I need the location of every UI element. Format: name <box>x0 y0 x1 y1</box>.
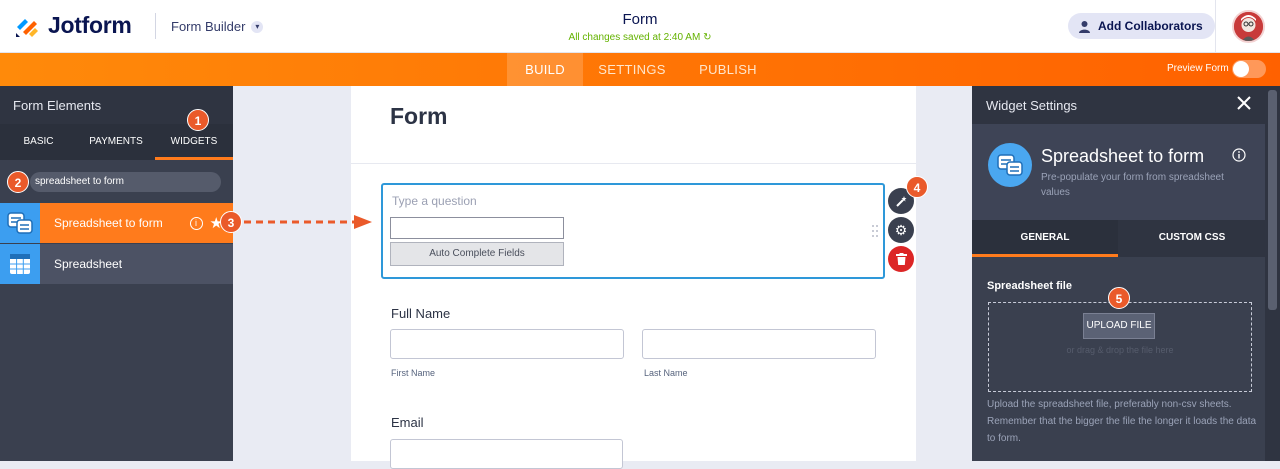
tab-payments[interactable]: PAYMENTS <box>77 124 155 160</box>
widget-settings-title: Widget Settings <box>986 98 1078 113</box>
preview-form-label: Preview Form <box>1167 63 1229 74</box>
gear-icon: ⚙ <box>894 222 908 238</box>
step-badge-3: 3 <box>220 211 242 233</box>
saved-status-text: All changes saved at 2:40 AM <box>568 32 701 43</box>
header-divider-right <box>1215 0 1216 53</box>
tab-settings[interactable]: SETTINGS <box>593 53 671 86</box>
top-header: Jotform Form Builder ▾ Form All changes … <box>0 0 1280 53</box>
scrollbar-thumb[interactable] <box>1268 90 1277 310</box>
chevron-down-icon: ▾ <box>251 20 264 33</box>
tab-build[interactable]: BUILD <box>507 53 583 86</box>
form-canvas: Form Type a question Auto Complete Field… <box>351 86 916 469</box>
header-divider <box>155 13 156 39</box>
user-icon <box>1079 20 1090 33</box>
first-name-sublabel: First Name <box>391 368 436 378</box>
email-label: Email <box>391 415 424 430</box>
jotform-logo[interactable]: Jotform <box>14 12 132 39</box>
trash-icon <box>895 253 907 265</box>
widget-item-label: Spreadsheet to form <box>54 216 163 230</box>
file-dropzone[interactable]: UPLOAD FILE or drag & drop the file here <box>988 302 1252 392</box>
widget-item-spreadsheet-to-form[interactable]: Spreadsheet to form i ★ <box>0 203 233 243</box>
spreadsheet-widget-field[interactable]: Type a question Auto Complete Fields <box>381 183 885 279</box>
widget-item-spreadsheet[interactable]: Spreadsheet <box>0 244 233 284</box>
step-badge-5: 5 <box>1108 287 1130 309</box>
email-input[interactable] <box>390 439 623 469</box>
spreadsheet-to-form-icon <box>988 143 1032 187</box>
widget-summary: Spreadsheet to form Pre-populate your fo… <box>972 124 1265 220</box>
widget-settings-header: Widget Settings <box>972 86 1265 124</box>
panel-scrollbar[interactable] <box>1265 86 1280 461</box>
last-name-sublabel: Last Name <box>644 368 688 378</box>
info-icon[interactable]: i <box>189 216 203 230</box>
widget-text-input[interactable] <box>390 217 564 239</box>
widget-item-label: Spreadsheet <box>54 257 123 271</box>
jotform-logo-icon <box>16 18 38 37</box>
tab-custom-css[interactable]: CUSTOM CSS <box>1119 220 1265 257</box>
widget-settings-panel: Widget Settings Spreadsheet to form Pre-… <box>972 86 1265 461</box>
avatar-illustration <box>1234 12 1263 41</box>
drop-hint: or drag & drop the file here <box>1066 345 1174 355</box>
add-collaborators-button[interactable]: Add Collaborators <box>1068 13 1215 39</box>
annotation-arrow-icon <box>244 215 372 229</box>
step-badge-4: 4 <box>906 176 928 198</box>
form-builder-label: Form Builder <box>171 19 246 34</box>
widget-name: Spreadsheet to form <box>1041 146 1205 166</box>
info-icon[interactable] <box>1232 148 1246 162</box>
spreadsheet-to-form-icon <box>0 203 40 243</box>
upload-help-text: Upload the spreadsheet file, preferably … <box>987 399 1257 444</box>
form-heading[interactable]: Form <box>390 103 448 130</box>
step-badge-2: 2 <box>7 171 29 193</box>
field-properties-button[interactable]: ⚙ <box>888 217 914 243</box>
form-title[interactable]: Form <box>520 11 760 28</box>
builder-nav: BUILD SETTINGS PUBLISH Preview Form <box>0 53 1280 86</box>
first-name-input[interactable] <box>390 329 624 359</box>
widget-description: Pre-populate your form from spreadsheet … <box>1041 172 1224 198</box>
heading-divider <box>351 163 916 164</box>
auto-complete-button[interactable]: Auto Complete Fields <box>390 242 564 266</box>
upload-file-button[interactable]: UPLOAD FILE <box>1083 313 1155 339</box>
widget-search-input[interactable]: spreadsheet to form <box>30 172 221 192</box>
spreadsheet-grid-icon <box>0 244 40 284</box>
form-elements-panel: Form Elements BASIC PAYMENTS WIDGETS spr… <box>0 86 233 461</box>
full-name-label: Full Name <box>391 306 451 321</box>
spreadsheet-file-label: Spreadsheet file <box>987 280 1072 292</box>
widget-settings-tabs: GENERAL CUSTOM CSS <box>972 220 1265 257</box>
last-name-input[interactable] <box>642 329 876 359</box>
form-title-block: Form All changes saved at 2:40 AM ↻ <box>520 11 760 43</box>
form-builder-dropdown[interactable]: Form Builder ▾ <box>171 19 264 34</box>
delete-field-button[interactable] <box>888 246 914 272</box>
question-placeholder[interactable]: Type a question <box>392 194 477 208</box>
avatar[interactable] <box>1232 10 1265 43</box>
magic-wand-icon <box>896 196 907 207</box>
tab-publish[interactable]: PUBLISH <box>690 53 766 86</box>
step-badge-1: 1 <box>187 109 209 131</box>
add-collaborators-label: Add Collaborators <box>1098 19 1203 33</box>
brand-name: Jotform <box>48 12 132 38</box>
tab-general[interactable]: GENERAL <box>972 220 1118 257</box>
tab-basic[interactable]: BASIC <box>0 124 77 160</box>
refresh-icon: ↻ <box>703 32 712 43</box>
preview-form-toggle[interactable] <box>1232 60 1266 78</box>
drag-handle-icon[interactable] <box>871 224 879 240</box>
saved-status: All changes saved at 2:40 AM ↻ <box>520 32 760 43</box>
close-icon[interactable] <box>1235 94 1253 112</box>
